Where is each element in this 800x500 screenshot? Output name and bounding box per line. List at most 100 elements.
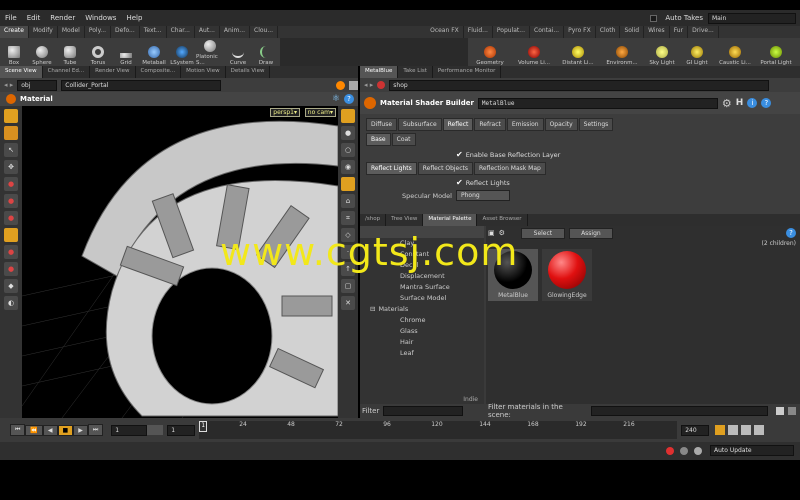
gear-icon[interactable]: ⚙: [722, 97, 732, 110]
select-button[interactable]: Select: [520, 227, 565, 239]
reflect-tab-objects[interactable]: Reflect Objects: [417, 162, 474, 175]
rotate-tool-icon[interactable]: ●: [4, 177, 18, 191]
sound-icon[interactable]: [728, 425, 739, 435]
shelf-tab[interactable]: Pyro FX: [564, 26, 596, 38]
shelf-tab[interactable]: Aut...: [195, 26, 220, 38]
tool-sphere[interactable]: Sphere: [28, 38, 56, 66]
reflect-tab-lights[interactable]: Reflect Lights: [366, 162, 417, 175]
brush-tool-icon[interactable]: ◆: [4, 279, 18, 293]
specular-select[interactable]: Phong: [456, 190, 510, 201]
tool-metaball[interactable]: Metaball: [140, 38, 168, 66]
tree-item-surface-model[interactable]: Surface Model: [382, 293, 484, 304]
subtab-coat[interactable]: Coat: [391, 133, 416, 146]
ghost-icon[interactable]: ⌂: [341, 194, 355, 208]
display-option-icon[interactable]: [341, 109, 355, 123]
keyframe-icon[interactable]: [715, 425, 726, 435]
houdini-h-icon[interactable]: H: [736, 98, 744, 108]
shelf-tab[interactable]: Fur: [670, 26, 689, 38]
path-node[interactable]: Collider_Portal: [61, 79, 222, 91]
tool-tube[interactable]: Tube: [56, 38, 84, 66]
tab-material-palette[interactable]: Material Palette: [423, 214, 478, 226]
timeline-cursor[interactable]: 1: [199, 421, 208, 432]
help-icon[interactable]: ?: [344, 94, 354, 104]
param-tab-emission[interactable]: Emission: [506, 118, 544, 131]
tool-lsystem[interactable]: LSystem: [168, 38, 196, 66]
back-arrow-icon[interactable]: ◂ ▸: [4, 81, 13, 89]
path-shop[interactable]: shop: [389, 79, 770, 91]
shelf-tab[interactable]: Solid: [620, 26, 645, 38]
reflect-lights-checkbox[interactable]: ✔: [456, 178, 463, 187]
param-tab-refract[interactable]: Refract: [474, 118, 506, 131]
handle-tool-icon[interactable]: ●: [4, 211, 18, 225]
play-button[interactable]: ▶: [73, 424, 88, 436]
tool-caustic-light[interactable]: Caustic Li...: [714, 38, 756, 66]
shelf-tab[interactable]: Clou...: [250, 26, 279, 38]
tool-platonic[interactable]: Platonic S...: [196, 38, 224, 66]
shelf-tab[interactable]: Defo...: [111, 26, 140, 38]
builder-name-field[interactable]: MetalBlue: [477, 97, 718, 109]
range-icon[interactable]: [754, 425, 765, 435]
tab-details-view[interactable]: Details View: [226, 66, 271, 78]
menu-help[interactable]: Help: [121, 14, 147, 22]
auto-update-select[interactable]: Auto Update: [710, 445, 794, 456]
tool-box[interactable]: Box: [0, 38, 28, 66]
tool-distant-light[interactable]: Distant Li...: [556, 38, 600, 66]
tool-sky-light[interactable]: Sky Light: [644, 38, 680, 66]
shelf-tab[interactable]: Fluid...: [464, 26, 493, 38]
enable-base-checkbox[interactable]: ✔: [456, 150, 463, 159]
paint-tool-icon[interactable]: ◐: [4, 296, 18, 310]
param-tab-diffuse[interactable]: Diffuse: [366, 118, 398, 131]
wireframe-icon[interactable]: ●: [341, 126, 355, 140]
tab-channel-editor[interactable]: Channel Ed...: [43, 66, 91, 78]
shelf-tab[interactable]: Char...: [167, 26, 195, 38]
menu-edit[interactable]: Edit: [22, 14, 46, 22]
menu-windows[interactable]: Windows: [80, 14, 121, 22]
nav-arrow-icon[interactable]: ◂ ▸: [364, 81, 373, 89]
camera-icon[interactable]: [341, 177, 355, 191]
tab-motion-view[interactable]: Motion View: [181, 66, 226, 78]
shelf-tab[interactable]: Drive...: [688, 26, 719, 38]
template-icon[interactable]: ▢: [341, 279, 355, 293]
pose-tool-icon[interactable]: [4, 228, 18, 242]
auto-takes-checkbox[interactable]: [650, 14, 658, 22]
shelf-tab[interactable]: Modify: [29, 26, 58, 38]
shelf-tab[interactable]: Text...: [140, 26, 167, 38]
shelf-tab[interactable]: Anim...: [220, 26, 251, 38]
tree-group-materials[interactable]: ⊟ Materials: [360, 304, 484, 315]
tab-tree-view[interactable]: Tree View: [386, 214, 424, 226]
shelf-tab[interactable]: Wires: [644, 26, 670, 38]
network-icon[interactable]: ⚛: [332, 94, 340, 104]
tab-metalblue[interactable]: MetalBlue: [360, 66, 399, 78]
tree-item-leaf[interactable]: Leaf: [400, 348, 484, 359]
shelf-tab[interactable]: Poly...: [85, 26, 112, 38]
assign-button[interactable]: Assign: [568, 227, 613, 239]
tool-curve[interactable]: Curve: [224, 38, 252, 66]
camera-persp-select[interactable]: persp1▾: [270, 108, 300, 117]
shelf-tab[interactable]: Contai...: [530, 26, 565, 38]
scale-tool-icon[interactable]: ●: [4, 194, 18, 208]
tab-composite[interactable]: Composite...: [136, 66, 182, 78]
shelf-tab[interactable]: Model: [58, 26, 85, 38]
tool-gi-light[interactable]: GI Light: [680, 38, 714, 66]
tree-item-mantra-surface[interactable]: Mantra Surface: [382, 282, 484, 293]
render-icon[interactable]: [336, 80, 345, 90]
refresh-icon[interactable]: [694, 447, 702, 455]
jump-end-button[interactable]: ⏭: [87, 424, 104, 436]
play-back-button[interactable]: ◀: [42, 424, 58, 436]
move-tool-icon[interactable]: ✥: [4, 160, 18, 174]
camera-nocam-select[interactable]: no cam▾: [304, 108, 336, 117]
tab-take-list[interactable]: Take List: [398, 66, 433, 78]
tool-portal-light[interactable]: Portal Light: [756, 38, 796, 66]
param-tab-subsurface[interactable]: Subsurface: [398, 118, 442, 131]
param-tab-settings[interactable]: Settings: [578, 118, 614, 131]
tool-environment-light[interactable]: Environm...: [600, 38, 644, 66]
menu-file[interactable]: File: [0, 14, 22, 22]
stop-icon[interactable]: [788, 407, 796, 415]
path-obj[interactable]: obj: [17, 79, 58, 91]
light-icon[interactable]: ◉: [341, 160, 355, 174]
select-tool-icon[interactable]: ↖: [4, 143, 18, 157]
step-back-button[interactable]: ⏪: [25, 424, 43, 436]
grid-toggle-icon[interactable]: ⌗: [341, 211, 355, 225]
view-tool-icon[interactable]: ●: [4, 262, 18, 276]
lock-icon[interactable]: [4, 109, 18, 123]
